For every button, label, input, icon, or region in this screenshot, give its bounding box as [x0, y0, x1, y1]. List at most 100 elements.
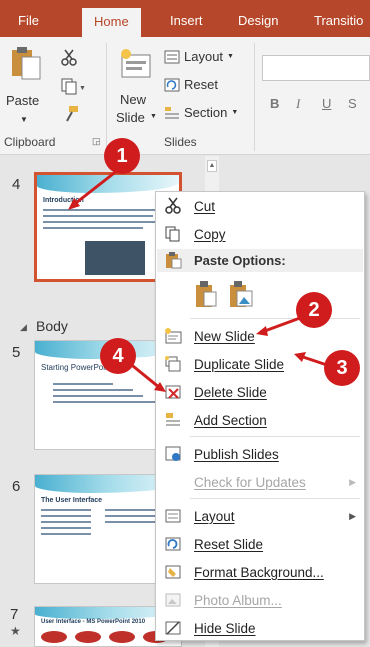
reset-button[interactable]: Reset — [164, 77, 218, 92]
slide-thumbnail-title: User Interface - MS PowerPoint 2010 — [41, 619, 146, 625]
font-name-box[interactable] — [262, 55, 370, 81]
layout-icon — [164, 50, 180, 63]
slide-thumbnail-shape — [75, 631, 101, 643]
menu-item-label: Photo Album... — [194, 592, 282, 608]
duplicate-slide-icon — [165, 356, 181, 372]
reset-slide-icon — [165, 537, 181, 551]
chevron-down-icon: ▼ — [231, 109, 239, 116]
paste-label: Paste — [6, 93, 40, 108]
section-body-label[interactable]: Body — [36, 318, 68, 334]
menu-separator — [190, 498, 360, 499]
paste-icon — [12, 47, 41, 80]
format-painter-icon[interactable] — [62, 105, 80, 123]
scissors-icon — [165, 197, 181, 214]
menu-item-publish-slides[interactable]: Publish Slides — [156, 440, 364, 468]
menu-item-reset-slide[interactable]: Reset Slide — [156, 530, 364, 558]
menu-separator — [190, 318, 360, 319]
section-button[interactable]: Section ▼ — [164, 105, 238, 120]
star-icon: ★ — [10, 624, 21, 638]
menu-item-label: Copy — [194, 226, 226, 242]
menu-item-new-slide[interactable]: New Slide — [156, 322, 364, 350]
paste-keep-formatting-icon[interactable] — [194, 280, 218, 308]
paste-options-header: Paste Options: — [157, 249, 363, 272]
slide-thumbnail-shape — [41, 631, 67, 643]
paste-options-label: Paste Options: — [194, 253, 286, 268]
menu-item-add-section[interactable]: Add Section — [156, 406, 364, 434]
clipboard-group-label: Clipboard — [4, 135, 56, 149]
menu-item-label: New Slide — [194, 328, 255, 344]
layout-icon — [165, 509, 181, 523]
callout-badge-4: 4 — [100, 338, 136, 374]
new-slide-icon — [121, 49, 151, 78]
group-divider — [254, 43, 255, 151]
reset-icon — [164, 78, 180, 91]
bold-button[interactable]: B — [270, 96, 279, 111]
scissors-icon[interactable] — [60, 49, 78, 67]
new-slide-label-2: Slide — [116, 110, 145, 125]
tab-design[interactable]: Design — [238, 13, 278, 28]
layout-button[interactable]: Layout ▼ — [164, 49, 234, 64]
reset-label: Reset — [184, 77, 218, 92]
scroll-up-icon[interactable]: ▲ — [207, 160, 217, 172]
tab-file[interactable]: File — [18, 13, 39, 28]
slide-number: 4 — [12, 176, 21, 193]
ribbon-tab-bar: File Home Insert Design Transitio — [0, 0, 370, 37]
tab-home[interactable]: Home — [82, 8, 141, 37]
slide-thumbnail-title: The User Interface — [41, 497, 103, 504]
callout-badge-1: 1 — [104, 138, 140, 174]
paste-picture-icon[interactable] — [228, 280, 254, 308]
section-label: Section — [184, 105, 228, 120]
svg-text:▼: ▼ — [79, 85, 86, 92]
slide-number: 5 — [12, 344, 21, 361]
layout-label: Layout — [184, 49, 224, 64]
tab-insert[interactable]: Insert — [170, 13, 203, 28]
slide-number: 7 — [10, 606, 19, 623]
paste-icon — [166, 252, 182, 269]
copy-icon[interactable]: ▼ — [60, 77, 86, 95]
submenu-arrow-icon: ▶ — [349, 510, 356, 521]
menu-item-hide-slide[interactable]: Hide Slide — [156, 614, 364, 642]
chevron-down-icon: ▼ — [150, 113, 157, 120]
menu-item-check-for-updates[interactable]: Check for Updates ▶ — [156, 468, 364, 496]
italic-button[interactable]: I — [296, 96, 300, 112]
menu-item-label: Reset Slide — [194, 536, 264, 552]
add-section-icon — [166, 413, 180, 426]
slides-group-label: Slides — [164, 135, 197, 149]
callout-badge-2: 2 — [296, 292, 332, 328]
tab-transitions[interactable]: Transitio — [314, 13, 363, 28]
slide-thumbnail-title: Introduction — [43, 197, 84, 204]
submenu-arrow-icon: ▶ — [349, 476, 356, 487]
menu-item-label: Add Section — [194, 412, 267, 428]
photo-album-icon — [165, 593, 181, 607]
dialog-launcher-icon[interactable]: ◲ — [92, 136, 101, 147]
menu-item-copy[interactable]: Copy — [156, 220, 364, 248]
hide-slide-icon — [165, 621, 181, 635]
new-slide-label: New — [120, 92, 147, 107]
menu-item-format-background[interactable]: Format Background... — [156, 558, 364, 586]
section-collapse-icon[interactable]: ◢ — [20, 322, 27, 333]
menu-separator — [190, 436, 360, 437]
menu-item-label: Publish Slides — [194, 446, 279, 462]
menu-item-label: Layout — [194, 508, 235, 524]
slide-number: 6 — [12, 478, 21, 495]
new-slide-button[interactable]: New Slide ▼ — [112, 45, 157, 131]
copy-icon — [165, 226, 180, 242]
menu-item-label: Cut — [194, 198, 216, 214]
menu-item-layout[interactable]: Layout ▶ — [156, 502, 364, 530]
menu-item-photo-album[interactable]: Photo Album... — [156, 586, 364, 614]
underline-button[interactable]: U — [322, 96, 331, 111]
ribbon: Paste ▼ ▼ Clipboard ◲ New Slide ▼ Layout… — [0, 37, 370, 155]
group-divider — [106, 43, 107, 151]
menu-item-label: Format Background... — [194, 564, 324, 580]
menu-item-cut[interactable]: Cut — [156, 192, 364, 220]
section-icon — [165, 106, 179, 118]
paste-button[interactable]: Paste ▼ — [6, 45, 46, 125]
chevron-down-icon: ▼ — [20, 115, 28, 124]
slide-thumbnail-shape — [109, 631, 135, 643]
shadow-button[interactable]: S — [348, 96, 357, 111]
menu-item-label: Duplicate Slide — [194, 356, 285, 372]
menu-item-label: Delete Slide — [194, 384, 267, 400]
new-slide-icon — [165, 328, 182, 344]
menu-item-label: Hide Slide — [194, 620, 256, 636]
publish-slides-icon — [165, 446, 181, 461]
